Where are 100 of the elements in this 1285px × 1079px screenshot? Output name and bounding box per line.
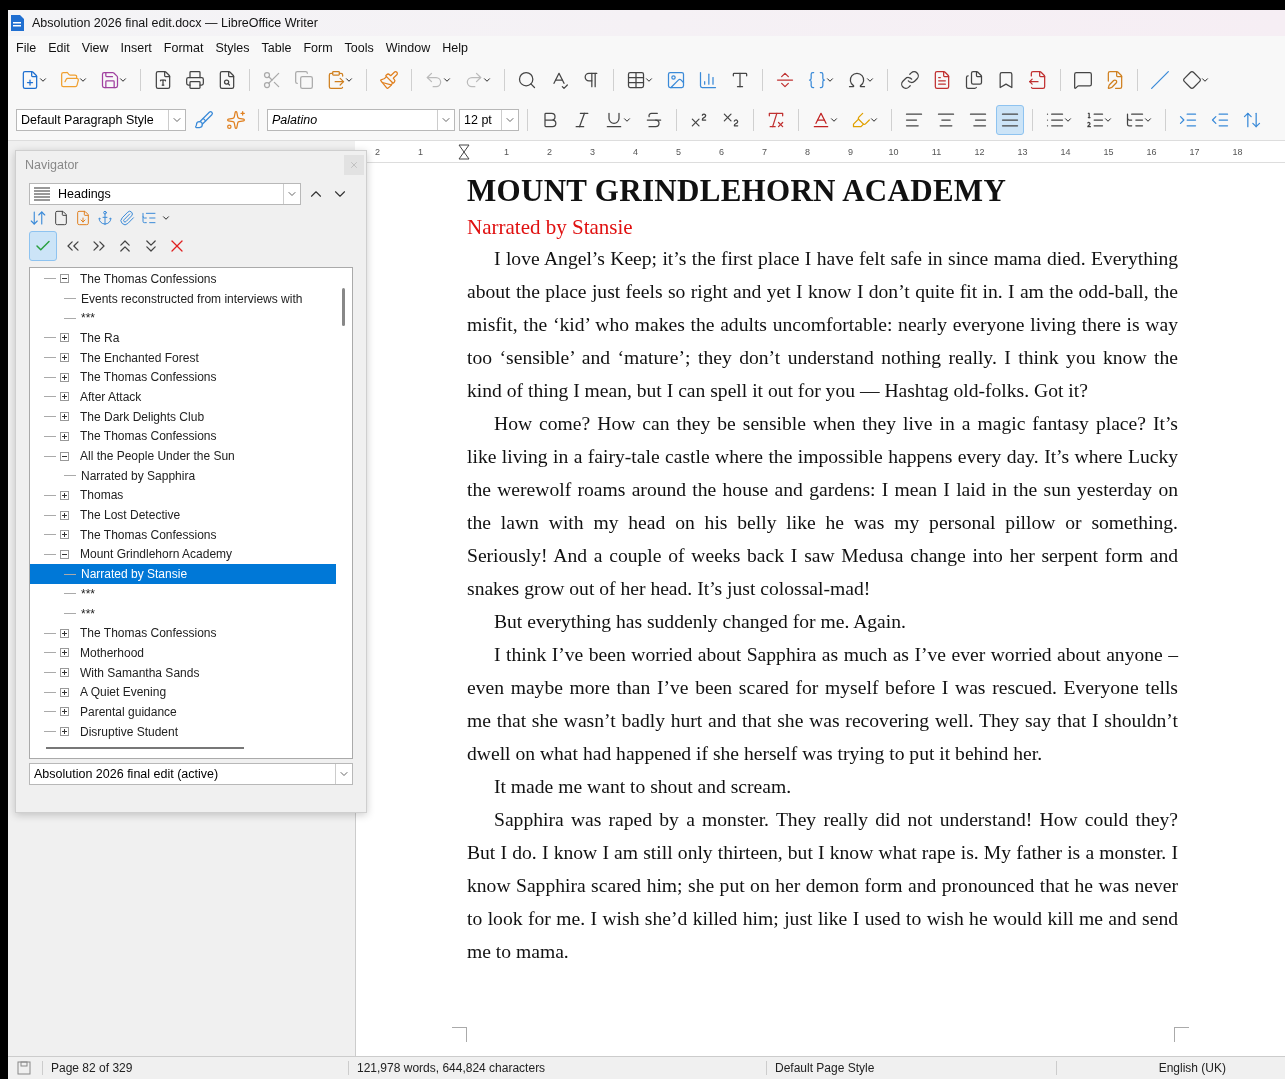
print-preview-icon[interactable] [217,70,237,90]
tree-item[interactable]: The Thomas Confessions [30,269,336,289]
menu-item[interactable]: Edit [44,39,78,57]
font-color-icon[interactable] [811,110,831,130]
menu-item[interactable]: Table [257,39,300,57]
page-count[interactable]: Page 82 of 329 [42,1061,348,1075]
caret-icon[interactable] [482,75,492,85]
tree-item[interactable]: Events reconstructed from interviews with [30,288,336,309]
toggle-icon[interactable] [29,209,47,227]
menu-item[interactable]: Insert [116,39,160,57]
indent-marker-icon[interactable] [457,143,470,160]
tree-item[interactable]: The Thomas Confessions [30,367,336,388]
menu-item[interactable]: Window [381,39,439,57]
tree-item[interactable]: The Dark Delights Club [30,406,336,427]
expand-icon[interactable] [60,687,69,697]
expand-icon[interactable] [60,510,69,520]
tree-item[interactable]: The Thomas Confessions [30,426,336,447]
expand-icon[interactable] [60,530,69,540]
new-document-icon[interactable] [20,70,40,90]
caret-icon[interactable] [865,75,875,85]
caret-icon[interactable] [644,75,654,85]
tree-item[interactable]: All the People Under the Sun [30,446,336,466]
header-icon[interactable] [53,210,69,226]
field-icon[interactable] [807,70,827,90]
export-pdf-icon[interactable] [153,70,173,90]
paintbrush-icon[interactable] [379,70,399,90]
collapse-icon[interactable] [60,274,69,284]
caret-icon[interactable] [78,75,88,85]
tree-item[interactable]: Thomas [30,485,336,506]
update-style-icon[interactable] [194,110,214,130]
font-size-field[interactable]: 12 pt [459,109,519,131]
anchor-icon[interactable] [97,210,113,226]
image-icon[interactable] [666,70,686,90]
page-break-icon[interactable] [775,70,795,90]
caret-icon[interactable] [38,75,48,85]
page-style[interactable]: Default Page Style [766,1061,1056,1075]
caret-icon[interactable] [1063,115,1073,125]
document-dropdown[interactable]: Absolution 2026 final edit (active) [29,763,353,785]
tree-item[interactable]: The Lost Detective [30,505,336,525]
word-count[interactable]: 121,978 words, 644,824 characters [348,1061,766,1075]
expand-icon[interactable] [60,372,69,382]
caret-icon[interactable] [622,115,632,125]
menu-item[interactable]: Styles [211,39,258,57]
menu-item[interactable]: Form [299,39,341,57]
save-icon[interactable] [100,70,120,90]
tree-item[interactable]: The Thomas Confessions [30,524,336,545]
tree-item[interactable]: Narrated by Stansie [30,564,336,584]
collapse-icon[interactable] [60,451,69,461]
tree-item[interactable]: A Quiet Evening [30,682,336,703]
tree-item[interactable]: Narrated by Sapphira [30,465,336,486]
tree-item[interactable]: Disruptive Student [30,721,336,742]
paragraph-style-field[interactable]: Default Paragraph Style [16,109,186,131]
chart-icon[interactable] [698,70,718,90]
expand-icon[interactable] [60,490,69,500]
scrollbar-thumb[interactable] [342,288,345,326]
link-icon[interactable] [900,70,920,90]
clear-formatting-icon[interactable] [766,110,786,130]
track-changes-icon[interactable] [1105,70,1125,90]
expand-icon[interactable] [60,353,69,363]
search-icon[interactable] [517,70,537,90]
expand-icon[interactable] [60,707,69,717]
comment-icon[interactable] [1073,70,1093,90]
scrollbar-thumb[interactable] [46,747,244,749]
numbered-list-icon[interactable] [1085,110,1105,130]
caret-icon[interactable] [869,115,879,125]
cross-reference-icon[interactable] [1028,70,1048,90]
tree-item[interactable]: The Enchanted Forest [30,347,336,368]
footnote-icon[interactable] [932,70,952,90]
menu-item[interactable]: Help [438,39,476,57]
tree-item[interactable]: After Attack [30,387,336,407]
language[interactable]: English (UK) [1056,1061,1226,1075]
justify-button[interactable] [996,105,1024,135]
caret-icon[interactable] [1143,115,1153,125]
tree-item[interactable]: *** [30,308,336,329]
collapse-icon[interactable] [60,549,69,559]
menu-item[interactable]: Tools [340,39,382,57]
expand-icon[interactable] [60,668,69,678]
text-box-icon[interactable] [730,70,750,90]
diamond-icon[interactable] [1182,70,1202,90]
underline-icon[interactable] [604,110,624,130]
tree-item[interactable]: The Thomas Confessions [30,623,336,644]
omega-icon[interactable] [847,70,867,90]
tree-item[interactable]: *** [30,584,336,604]
new-style-icon[interactable] [226,110,246,130]
expand-icon[interactable] [60,727,69,737]
expand-icon[interactable] [60,648,69,658]
caret-icon[interactable] [344,75,354,85]
tree-item[interactable]: Parental guidance [30,702,336,722]
tree-item[interactable]: Mount Grindlehorn Academy [30,544,336,565]
caret-icon[interactable] [1103,115,1113,125]
paperclip-icon[interactable] [119,210,135,226]
strikethrough-icon[interactable] [644,110,664,130]
print-icon[interactable] [185,70,205,90]
expand-icon[interactable] [60,628,69,638]
menu-item[interactable]: File [12,39,45,57]
menu-item[interactable]: View [77,39,117,57]
paste-icon[interactable] [326,70,346,90]
caret-icon[interactable] [442,75,452,85]
expand-icon[interactable] [60,412,69,422]
tree-item[interactable]: The Ra [30,328,336,348]
